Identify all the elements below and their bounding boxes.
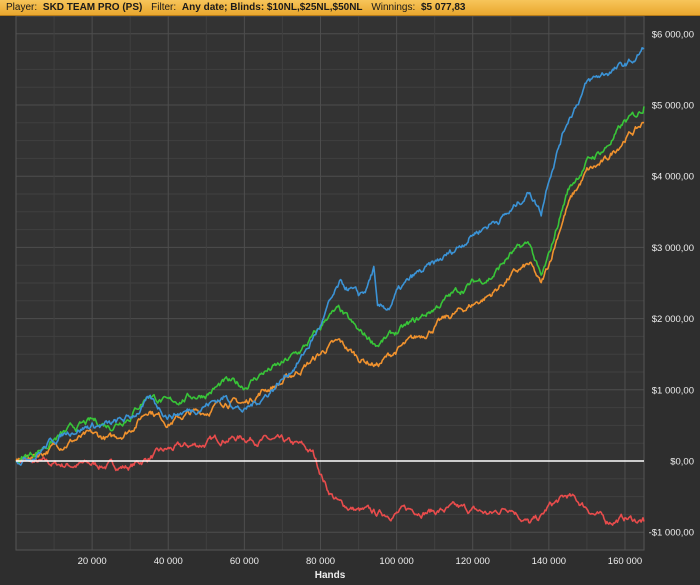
x-tick-label: 140 000 <box>532 556 566 567</box>
player-label: Player: <box>6 2 38 13</box>
winnings-chart: -$1 000,00 $0,00 $1 000,00 $2 000,00 $3 000,… <box>15 16 694 581</box>
x-axis-title: Hands <box>315 570 346 581</box>
y-tick-label: $0,00 <box>670 457 694 468</box>
player-value: SKD TEAM PRO (PS) <box>42 2 143 13</box>
y-tick-label: $4 000,00 <box>652 172 694 183</box>
x-tick-label: 60 000 <box>230 556 259 567</box>
x-tick-label: 120 000 <box>456 556 490 567</box>
report-header: Player: SKD TEAM PRO (PS) Filter: Any da… <box>0 0 700 16</box>
y-axis: -$1 000,00 $0,00 $1 000,00 $2 000,00 $3 000,… <box>649 29 694 538</box>
x-tick-label: 100 000 <box>379 556 413 567</box>
y-tick-label: $5 000,00 <box>652 101 694 112</box>
x-axis: 20 000 40 000 60 000 80 000 100 000 120 000 14… <box>78 556 643 567</box>
x-tick-label: 160 000 <box>608 556 642 567</box>
x-tick-label: 20 000 <box>78 556 107 567</box>
x-tick-label: 80 000 <box>306 556 335 567</box>
x-tick-label: 40 000 <box>154 556 183 567</box>
y-tick-label: $2 000,00 <box>652 314 694 325</box>
winnings-value: $5 077,83 <box>421 2 466 13</box>
y-tick-label: -$1 000,00 <box>649 528 694 539</box>
y-tick-label: $3 000,00 <box>652 243 694 254</box>
y-tick-label: $6 000,00 <box>652 29 694 40</box>
winnings-label: Winnings: <box>371 2 416 13</box>
filter-value: Any date; Blinds: $10NL,$25NL,$50NL <box>181 2 363 13</box>
y-tick-label: $1 000,00 <box>652 385 694 396</box>
filter-label: Filter: <box>151 2 177 13</box>
